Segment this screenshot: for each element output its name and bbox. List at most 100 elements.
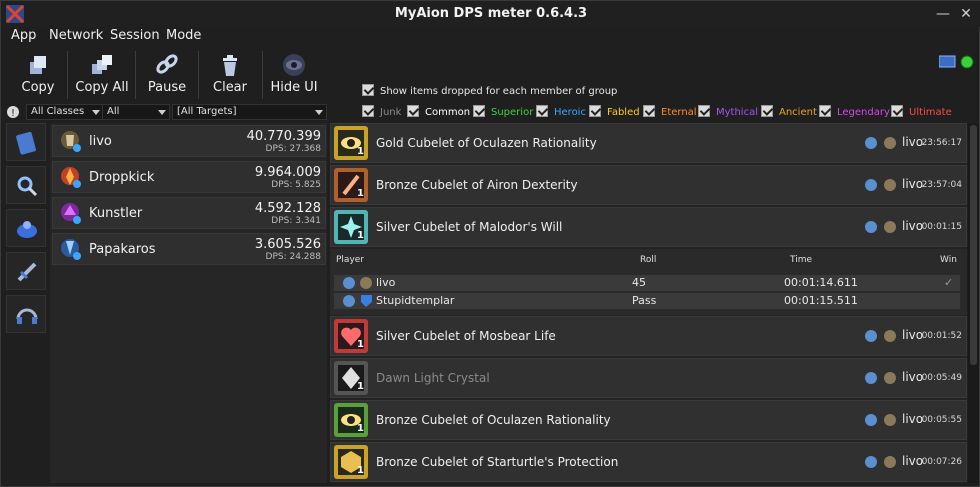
- rarity-mythical-label: Mythical: [716, 107, 758, 118]
- loot-row[interactable]: 1 Silver Cubelet of Malodor's Will livo …: [330, 207, 967, 247]
- item-name: Bronze Cubelet of Starturtle's Protectio…: [376, 455, 619, 469]
- player-damage: 9.964.009: [254, 165, 321, 180]
- rarity-mythical[interactable]: Mythical: [698, 105, 758, 118]
- scrollbar-thumb[interactable]: [970, 125, 977, 365]
- spiritmaster-icon: [865, 330, 877, 342]
- class-icon: [61, 131, 81, 152]
- checkbox-checked[interactable]: [362, 84, 374, 96]
- item-time: 23:56:17: [921, 138, 962, 148]
- loot-row[interactable]: 1 Gold Cubelet of Oculazen Rationality l…: [330, 123, 967, 163]
- loot-row[interactable]: 1 Bronze Cubelet of Starturtle's Protect…: [330, 442, 967, 482]
- copy-button[interactable]: Copy: [13, 49, 63, 101]
- hide-ui-button[interactable]: Hide UI: [268, 49, 320, 101]
- hide-ui-label: Hide UI: [270, 80, 318, 95]
- player-class-icon: [884, 221, 896, 233]
- player-class-icons: [343, 277, 372, 289]
- rarity-ancient[interactable]: Ancient: [761, 105, 817, 118]
- roll-header-win: Win: [940, 255, 957, 265]
- player-dps: DPS: 5.825: [271, 180, 321, 190]
- menu-session[interactable]: Session: [110, 28, 160, 43]
- player-damage: 4.592.128: [254, 201, 321, 216]
- magnifier-icon: [17, 176, 38, 197]
- roll-header-roll: Roll: [640, 255, 657, 265]
- copy-all-label: Copy All: [75, 80, 129, 95]
- item-time: 00:05:49: [921, 373, 962, 383]
- item-winner: livo: [902, 370, 924, 384]
- class-icon: [61, 203, 81, 224]
- loot-row[interactable]: 1 Bronze Cubelet of Oculazen Rationality…: [330, 400, 967, 440]
- rarity-heroic[interactable]: Heroic: [536, 105, 586, 118]
- item-time: 00:01:15: [921, 222, 962, 232]
- show-dropped-checkbox[interactable]: Show items dropped for each member of gr…: [362, 84, 617, 97]
- sidebar-skills-button[interactable]: [6, 252, 46, 290]
- menu-app[interactable]: App: [11, 28, 36, 43]
- minimize-button[interactable]: —: [934, 5, 952, 23]
- type-filter-dropdown[interactable]: All: [102, 104, 170, 120]
- player-class-icon: [884, 330, 896, 342]
- info-icon[interactable]: !: [6, 105, 20, 119]
- roll-header-player: Player: [336, 255, 365, 265]
- rarity-superior[interactable]: Superior: [473, 105, 533, 118]
- close-button[interactable]: ✕: [957, 5, 975, 23]
- status-icons: [938, 55, 975, 73]
- rarity-heroic-label: Heroic: [554, 107, 586, 118]
- player-name: Papakaros: [89, 242, 156, 257]
- svg-text:!: !: [11, 108, 15, 119]
- item-time: 00:01:52: [921, 331, 962, 341]
- item-quantity: 1: [357, 230, 364, 241]
- item-quantity: 1: [357, 465, 364, 476]
- pause-button[interactable]: Pause: [141, 49, 193, 101]
- rarity-ultimate[interactable]: Ultimate: [891, 105, 952, 118]
- connection-status-icon: [960, 55, 974, 69]
- menu-network[interactable]: Network: [49, 28, 103, 43]
- item-quantity: 1: [357, 381, 364, 392]
- item-quantity: 1: [357, 423, 364, 434]
- type-filter-value: All: [107, 106, 120, 117]
- sidebar-loot-button[interactable]: [6, 209, 46, 247]
- roll-row[interactable]: livo 45 00:01:14.611 ✓: [334, 275, 960, 291]
- sidebar-search-button[interactable]: [6, 166, 46, 204]
- spiritmaster-icon: [865, 137, 877, 149]
- loot-row[interactable]: 1 Bronze Cubelet of Airon Dexterity livo…: [330, 165, 967, 205]
- rarity-legendary[interactable]: Legendary: [819, 105, 890, 118]
- chevron-down-icon: [315, 110, 323, 115]
- item-winner: livo: [902, 328, 924, 342]
- loot-list: 1 Gold Cubelet of Oculazen Rationality l…: [330, 123, 967, 483]
- item-name: Dawn Light Crystal: [376, 371, 490, 385]
- target-filter-dropdown[interactable]: [All Targets]: [172, 104, 327, 120]
- loot-scrollbar[interactable]: [968, 123, 979, 483]
- rarity-fabled-label: Fabled: [607, 107, 640, 118]
- player-list: livo 40.770.399 DPS: 27.368 Droppkick 9.…: [50, 123, 327, 483]
- headset-icon: [16, 308, 38, 324]
- player-row[interactable]: Kunstler 4.592.128 DPS: 3.341: [52, 197, 326, 229]
- loot-row[interactable]: 1 Dawn Light Crystal livo 00:05:49: [330, 358, 967, 398]
- roll-time: 00:01:14.611: [784, 276, 858, 289]
- player-row[interactable]: Papakaros 3.605.526 DPS: 24.288: [52, 233, 326, 265]
- spiritmaster-icon: [865, 179, 877, 191]
- pause-icon: [156, 54, 178, 74]
- rarity-common[interactable]: Common: [407, 105, 470, 118]
- roll-value: 45: [632, 276, 646, 289]
- rarity-eternal[interactable]: Eternal: [643, 105, 697, 118]
- title-bar: MyAion DPS meter 0.6.4.3 — ✕: [1, 1, 980, 27]
- copy-icon: [30, 56, 46, 74]
- class-filter-dropdown[interactable]: All Classes: [26, 104, 104, 120]
- sidebar-network-button[interactable]: [6, 295, 46, 333]
- loot-row[interactable]: 1 Silver Cubelet of Mosbear Life livo 00…: [330, 316, 967, 356]
- rarity-fabled[interactable]: Fabled: [589, 105, 640, 118]
- menu-mode[interactable]: Mode: [166, 28, 201, 43]
- clear-label: Clear: [213, 80, 247, 95]
- sidebar-damage-button[interactable]: [6, 123, 46, 161]
- item-winner: livo: [902, 177, 924, 191]
- clear-button[interactable]: Clear: [205, 49, 255, 101]
- rarity-junk[interactable]: Junk: [362, 105, 401, 118]
- player-row[interactable]: Droppkick 9.964.009 DPS: 5.825: [52, 161, 326, 193]
- copy-all-button[interactable]: Copy All: [71, 49, 133, 101]
- rarity-junk-label: Junk: [380, 107, 402, 118]
- item-time: 00:07:26: [921, 457, 962, 467]
- hide-ui-icon: [283, 54, 305, 76]
- player-class-icon: [884, 456, 896, 468]
- player-row[interactable]: livo 40.770.399 DPS: 27.368: [52, 125, 326, 157]
- roll-row[interactable]: Stupidtemplar Pass 00:01:15.511: [334, 293, 960, 309]
- target-filter-value: [All Targets]: [177, 106, 237, 117]
